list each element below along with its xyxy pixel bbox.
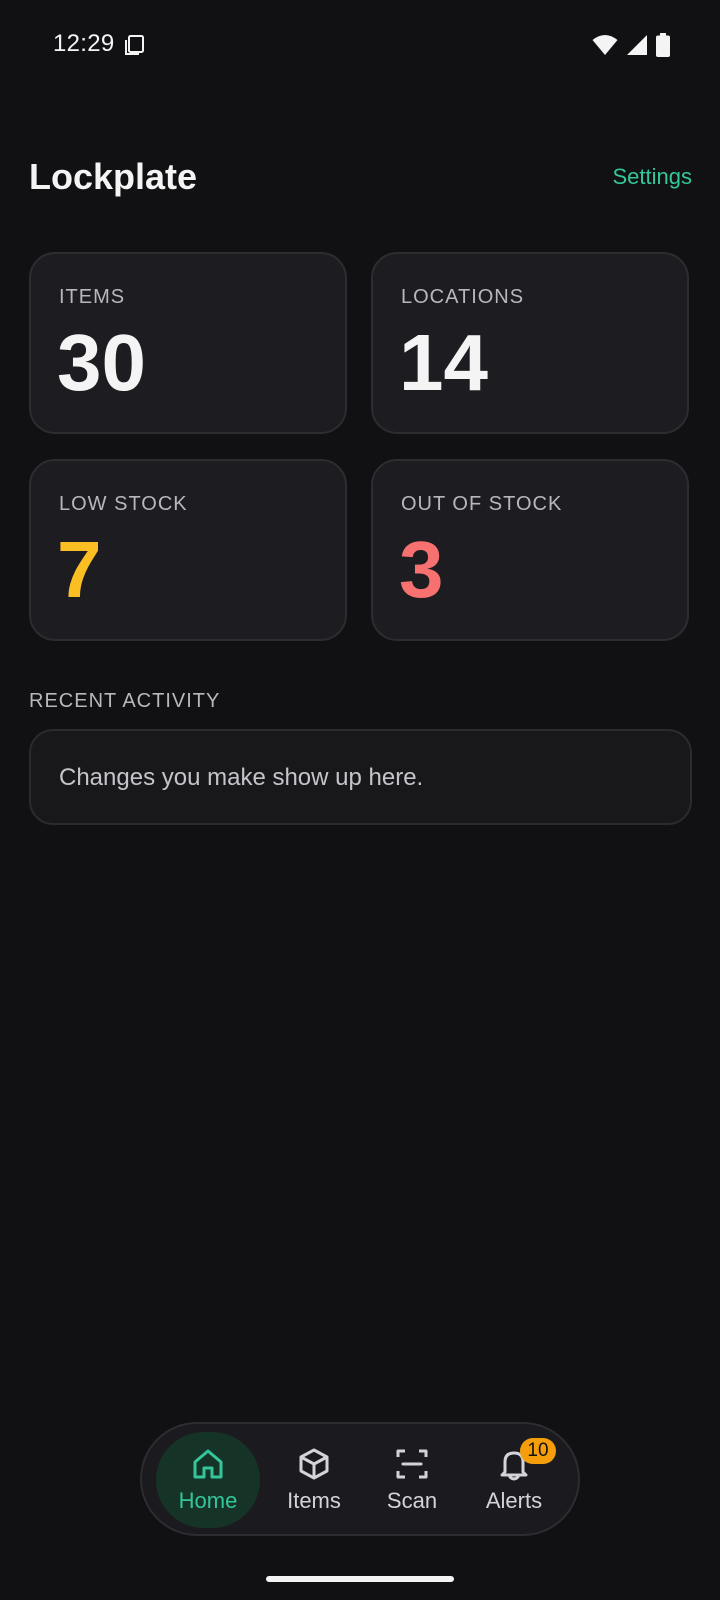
alerts-count-badge: 10	[520, 1438, 556, 1464]
stat-label: ITEMS	[59, 286, 126, 308]
nav-item-scan[interactable]: Scan	[364, 1432, 460, 1528]
stat-value: 7	[57, 525, 102, 614]
nav-label: Home	[178, 1488, 238, 1513]
nav-item-home[interactable]: Home	[156, 1432, 260, 1528]
stat-card-locations[interactable]: LOCATIONS 14	[371, 252, 689, 434]
stat-label: OUT OF STOCK	[401, 493, 563, 515]
nav-label: Items	[287, 1488, 341, 1513]
cellular-signal-icon	[627, 35, 647, 55]
settings-button[interactable]: Settings	[613, 164, 693, 190]
app-header: Lockplate Settings	[29, 150, 692, 206]
wifi-icon	[592, 35, 618, 55]
battery-icon	[656, 33, 670, 57]
screenshot-notification-icon	[125, 35, 144, 55]
bottom-navigation: Home Items Scan 10 Alerts	[140, 1422, 580, 1536]
status-icons	[592, 33, 670, 57]
box-icon	[299, 1448, 329, 1480]
recent-activity-card: Changes you make show up here.	[29, 729, 692, 825]
nav-label: Alerts	[485, 1488, 543, 1513]
stat-value: 3	[399, 525, 444, 614]
stat-card-low-stock[interactable]: LOW STOCK 7	[29, 459, 347, 641]
home-icon	[193, 1449, 223, 1479]
recent-activity-title: RECENT ACTIVITY	[29, 690, 221, 712]
status-time: 12:29	[53, 30, 115, 57]
home-indicator[interactable]	[266, 1576, 454, 1582]
status-bar: 12:29	[0, 0, 720, 90]
stat-card-items[interactable]: ITEMS 30	[29, 252, 347, 434]
nav-item-alerts[interactable]: 10 Alerts	[464, 1432, 564, 1528]
recent-activity-empty-text: Changes you make show up here.	[59, 764, 424, 791]
scan-icon	[396, 1449, 428, 1479]
stat-label: LOW STOCK	[59, 493, 188, 515]
stat-card-out-of-stock[interactable]: OUT OF STOCK 3	[371, 459, 689, 641]
stat-label: LOCATIONS	[401, 286, 525, 308]
nav-label: Scan	[386, 1488, 438, 1513]
nav-item-items[interactable]: Items	[268, 1432, 360, 1528]
app-title: Lockplate	[29, 156, 198, 197]
stat-value: 14	[399, 318, 488, 407]
stat-value: 30	[57, 318, 146, 407]
